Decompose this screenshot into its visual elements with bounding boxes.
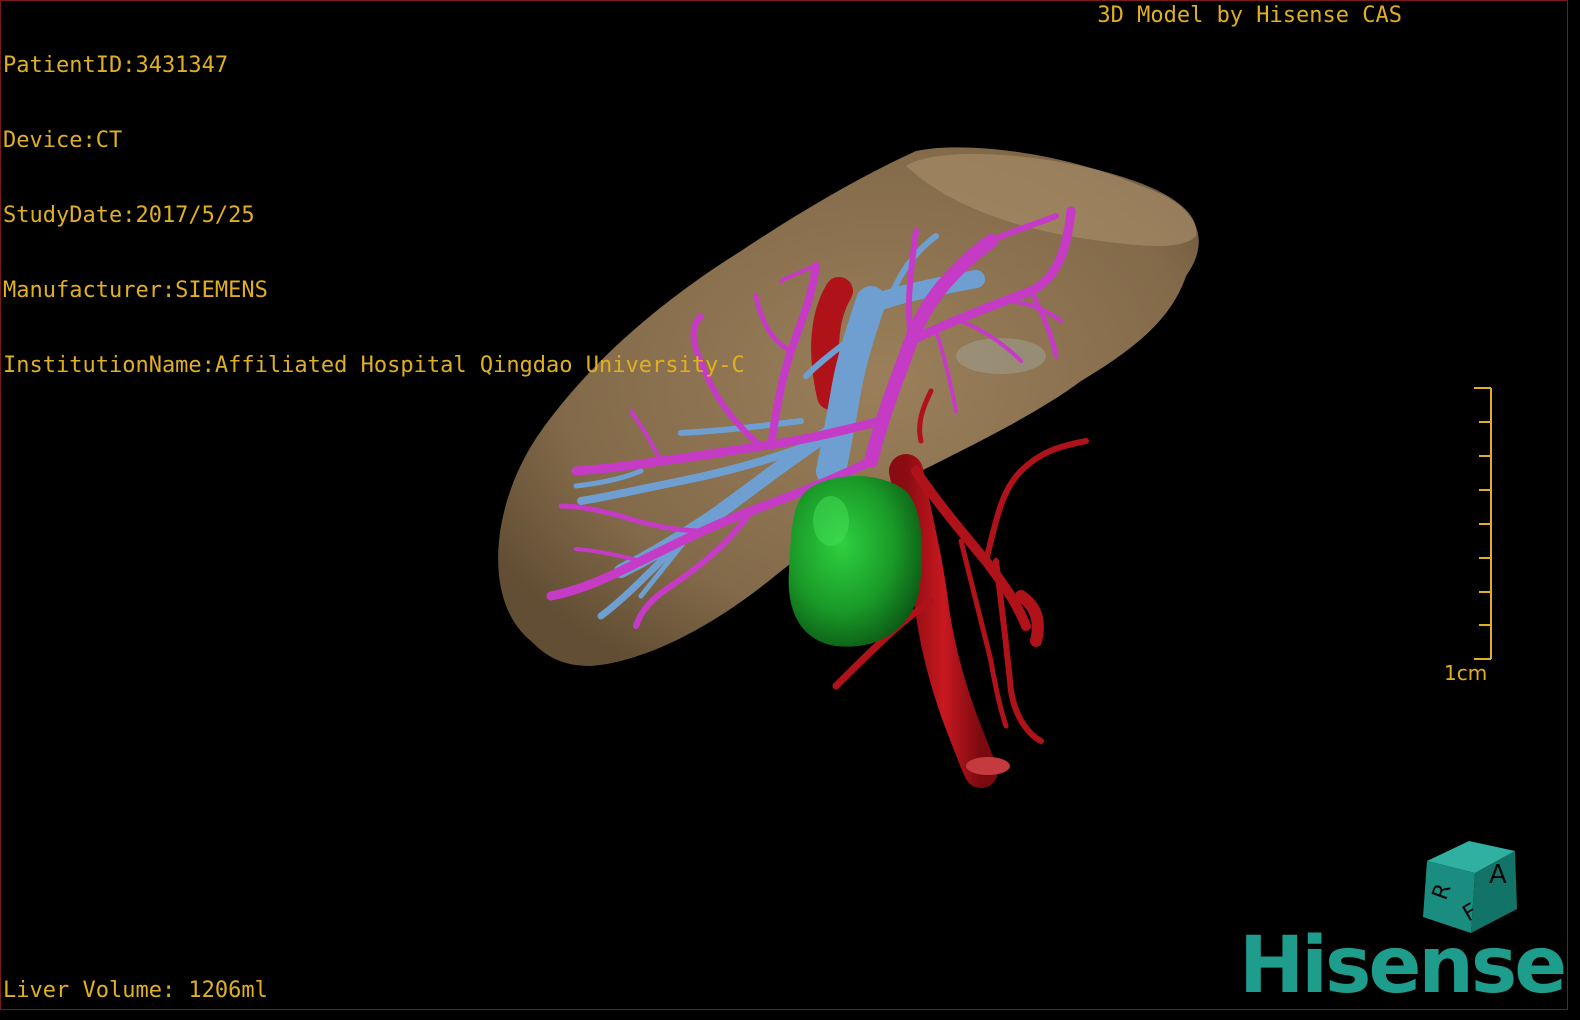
artery-cut-end <box>966 757 1010 775</box>
hisense-logo: Hisense <box>1239 921 1567 1010</box>
patient-id: PatientID:3431347 <box>3 53 229 78</box>
device: Device:CT <box>3 128 123 153</box>
tumor-highlight <box>813 496 849 546</box>
scale-bar-label: 1cm <box>1444 661 1488 685</box>
tumor[interactable] <box>788 476 923 647</box>
liver-volume: Liver Volume: 1206ml <box>3 978 268 1003</box>
institution-name: InstitutionName:Affiliated Hospital Qing… <box>3 353 745 378</box>
manufacturer: Manufacturer:SIEMENS <box>3 278 268 303</box>
3d-viewport[interactable]: PatientID:3431347 Device:CT StudyDate:20… <box>0 0 1568 1010</box>
study-date: StudyDate:2017/5/25 <box>3 203 255 228</box>
dicom-info-block: PatientID:3431347 Device:CT StudyDate:20… <box>3 3 745 428</box>
model-title: 3D Model by Hisense CAS <box>1097 3 1402 28</box>
scale-bar <box>1474 387 1492 660</box>
orientation-face-a: A <box>1489 860 1507 890</box>
